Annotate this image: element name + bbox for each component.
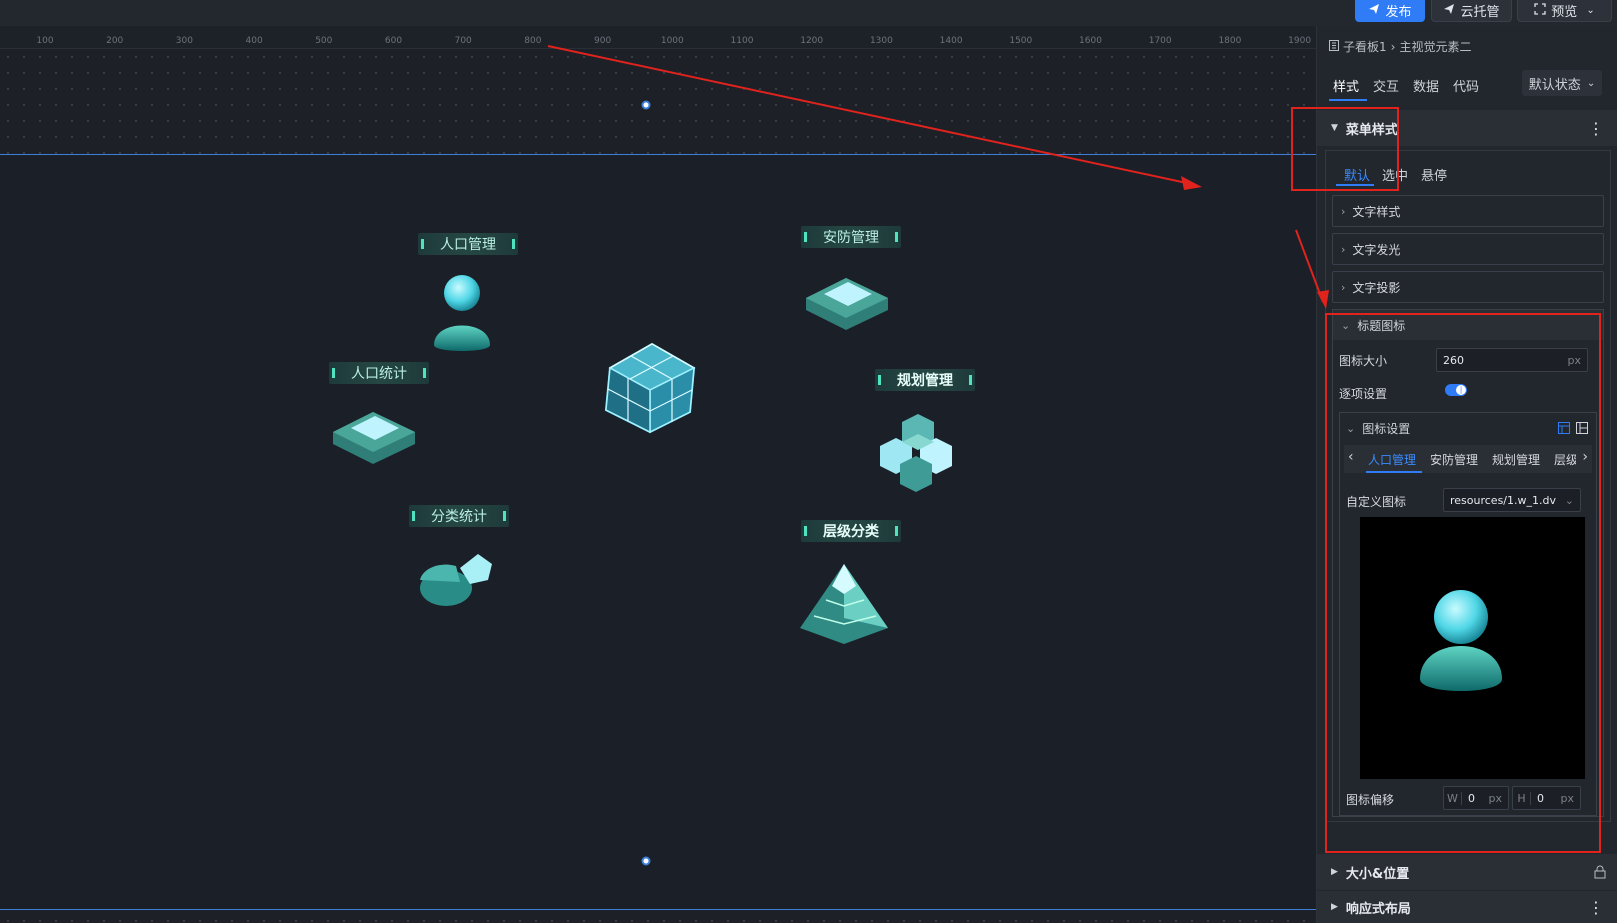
editor-app: 发布 云托管 预览 ⌄ 100 200 300 400 500 600 700 800 900 1… [0,0,1617,923]
annotation-arrows [547,45,1329,309]
